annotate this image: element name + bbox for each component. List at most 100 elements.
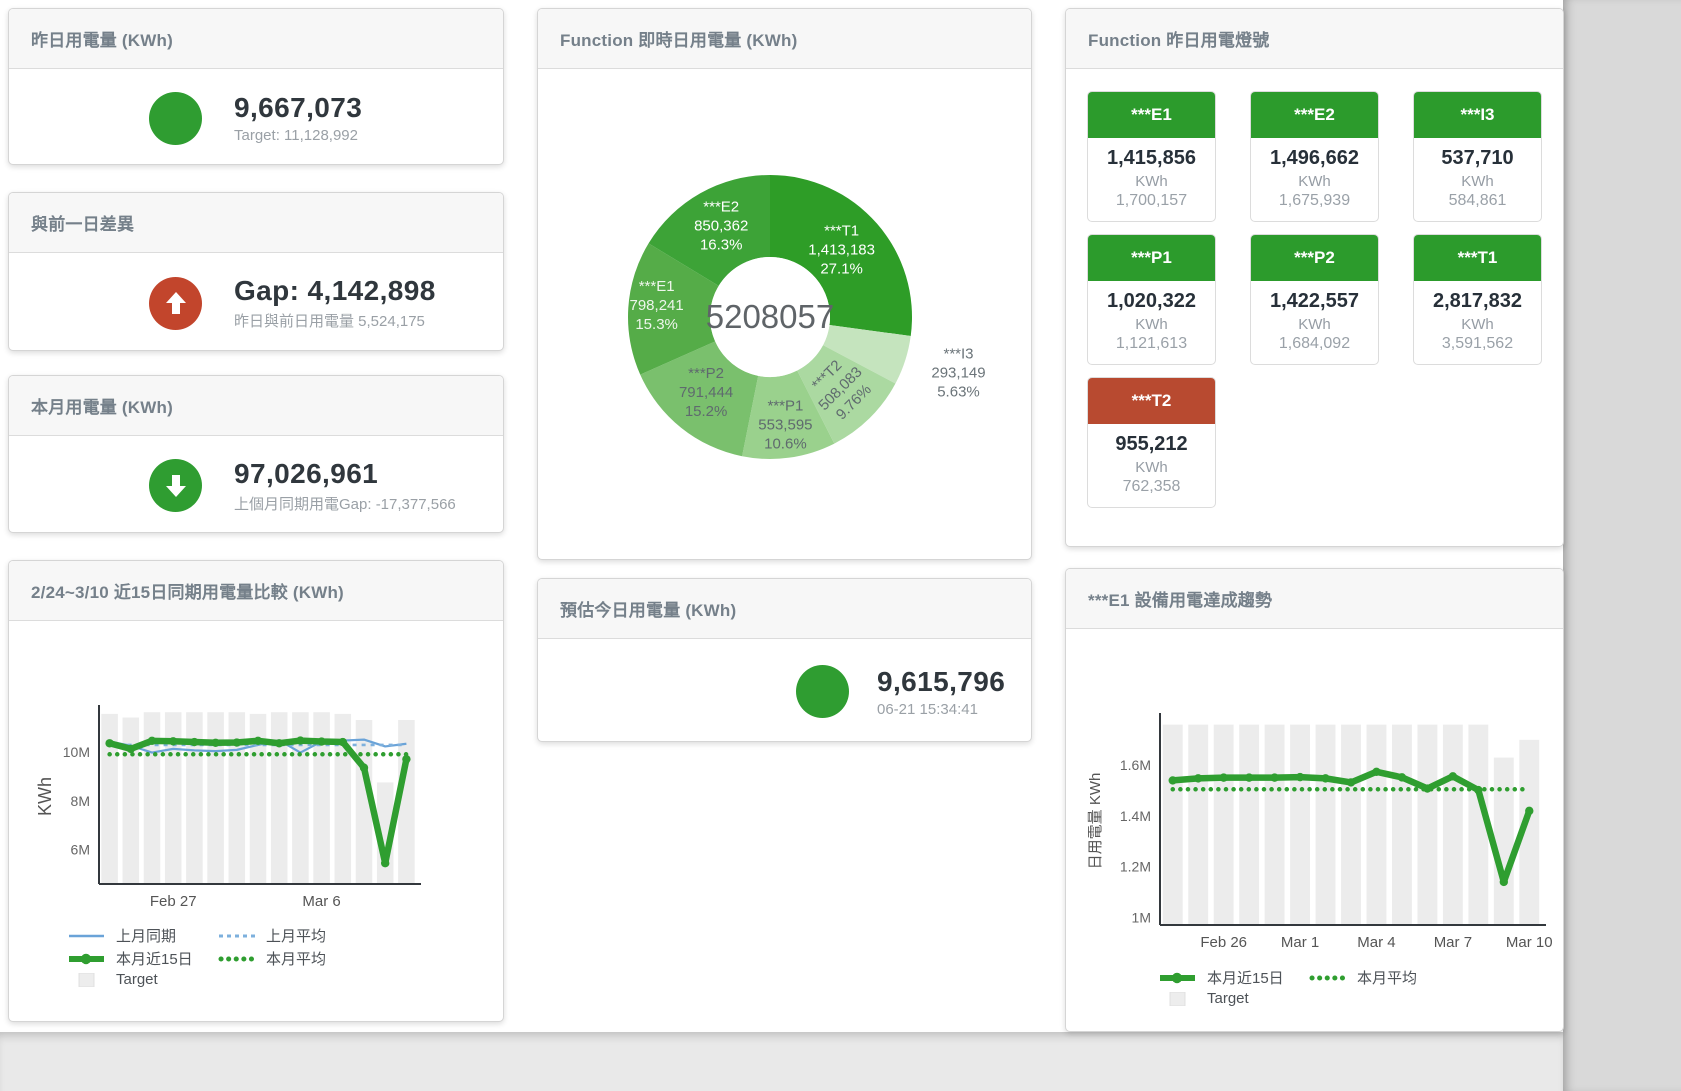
card-yesterday-usage: 昨日用電量 (KWh) 9,667,073 Target: 11,128,992 (8, 8, 504, 165)
donut-chart-title: Function 即時日用電量 (KWh) (538, 9, 1031, 69)
card-yesterday-body: 9,667,073 Target: 11,128,992 (9, 69, 503, 165)
gap-subtext: 昨日與前日用電量 5,524,175 (234, 310, 436, 331)
svg-text:1.2M: 1.2M (1120, 859, 1151, 875)
legend-swatch-dash (217, 929, 257, 943)
card-e1-trend-chart: ***E1 設備用電達成趨勢 1M1.2M1.4M1.6M日用電量 KWhFeb… (1065, 568, 1564, 1032)
status-circle-icon (149, 92, 202, 145)
trend-chart-title: ***E1 設備用電達成趨勢 (1066, 569, 1563, 629)
legend-row: 上月同期 上月平均 (67, 925, 367, 946)
estimate-body: 9,615,796 06-21 15:34:41 (538, 639, 1031, 742)
arrow-up-circle-icon (149, 277, 202, 330)
light-card-I3: ***I3537,710KWh584,861 (1413, 91, 1542, 222)
svg-text:KWh: KWh (35, 777, 55, 816)
svg-text:日用電量 KWh: 日用電量 KWh (1087, 773, 1104, 870)
light-header: ***T1 (1414, 235, 1541, 281)
svg-text:Feb 27: Feb 27 (150, 893, 197, 910)
arrow-down-circle-icon (149, 459, 202, 512)
legend-item[interactable]: 本月近15日 (1158, 967, 1308, 988)
light-target: 762,358 (1088, 478, 1215, 496)
legend-swatch-thick (67, 952, 107, 966)
svg-text:Mar 1: Mar 1 (1281, 934, 1319, 951)
legend-item[interactable]: 本月近15日 (67, 948, 217, 969)
page-bottom-strip (0, 1032, 1563, 1091)
legend-item[interactable]: 上月同期 (67, 925, 217, 946)
light-unit: KWh (1088, 316, 1215, 333)
card-month-body: 97,026,961 上個月同期用電Gap: -17,377,566 (9, 436, 503, 533)
estimate-title: 預估今日用電量 (KWh) (538, 579, 1031, 639)
light-card-T2: ***T2 955,212 KWh 762,358 (1087, 377, 1216, 508)
realtime-usage-donut-chart: ***T11,413,18327.1%***I3293,1495.63%***T… (538, 66, 1031, 556)
legend-swatch-dots (1308, 971, 1348, 985)
legend-item[interactable]: 本月平均 (217, 948, 367, 969)
svg-text:8M: 8M (71, 793, 90, 809)
light-value: 2,817,832 (1414, 290, 1541, 313)
card-gap-body: Gap: 4,142,898 昨日與前日用電量 5,524,175 (9, 253, 503, 351)
card-yesterday-title: 昨日用電量 (KWh) (9, 9, 503, 69)
month-subtext: 上個月同期用電Gap: -17,377,566 (234, 493, 456, 514)
card-today-estimate: 預估今日用電量 (KWh) 9,615,796 06-21 15:34:41 (537, 578, 1032, 742)
light-unit: KWh (1088, 459, 1215, 476)
page-right-gutter (1563, 0, 1681, 1091)
legend-label: 本月近15日 (116, 948, 193, 969)
donut-label-I3: ***I3293,1495.63% (931, 346, 985, 401)
svg-text:Mar 6: Mar 6 (302, 893, 340, 910)
light-target: 1,121,613 (1088, 335, 1215, 353)
legend-item[interactable]: 上月平均 (217, 925, 367, 946)
compare-chart-title: 2/24~3/10 近15日同期用電量比較 (KWh) (9, 561, 503, 621)
legend-label: 本月近15日 (1207, 967, 1284, 988)
estimate-value: 9,615,796 (877, 666, 1005, 698)
card-day-gap: 與前一日差異 Gap: 4,142,898 昨日與前日用電量 5,524,175 (8, 192, 504, 351)
light-unit: KWh (1414, 316, 1541, 333)
legend-label: 上月同期 (116, 925, 176, 946)
light-value: 955,212 (1088, 433, 1215, 456)
light-card-E2: ***E2 1,496,662 KWh 1,675,939 (1250, 91, 1379, 222)
light-unit: KWh (1251, 316, 1378, 333)
light-unit: KWh (1088, 173, 1215, 190)
light-value: 537,710 (1414, 147, 1541, 170)
card-month-title: 本月用電量 (KWh) (9, 376, 503, 436)
light-card-E1: ***E11,415,856KWh1,700,157 (1087, 91, 1216, 222)
legend-label: 本月平均 (1357, 967, 1417, 988)
light-card-P2: ***P21,422,557KWh1,684,092 (1250, 234, 1379, 365)
svg-text:1.4M: 1.4M (1120, 808, 1151, 824)
month-value: 97,026,961 (234, 458, 456, 490)
light-header: ***E1 (1088, 92, 1215, 138)
card-month-usage: 本月用電量 (KWh) 97,026,961 上個月同期用電Gap: -17,3… (8, 375, 504, 533)
card-gap-title: 與前一日差異 (9, 193, 503, 253)
donut-center-total: 5208057 (706, 298, 834, 335)
light-card-T1: ***T12,817,832KWh3,591,562 (1413, 234, 1542, 365)
legend-swatch-line (67, 929, 107, 943)
legend-swatch-thick (1158, 971, 1198, 985)
arrow-down-icon (163, 473, 189, 499)
gap-value: Gap: 4,142,898 (234, 275, 436, 307)
light-header: ***T2 (1088, 378, 1215, 424)
svg-text:Feb 26: Feb 26 (1200, 934, 1247, 951)
lights-title: Function 昨日用電燈號 (1066, 9, 1563, 69)
svg-text:1.6M: 1.6M (1120, 757, 1151, 773)
svg-text:Mar 4: Mar 4 (1357, 934, 1395, 951)
light-target: 1,700,157 (1088, 192, 1215, 210)
legend-row: Target (67, 971, 367, 988)
light-target: 1,684,092 (1251, 335, 1378, 353)
legend-item[interactable]: Target (67, 971, 217, 988)
light-value: 1,496,662 (1251, 147, 1378, 170)
svg-text:6M: 6M (71, 842, 90, 858)
legend-item[interactable]: Target (1158, 990, 1308, 1007)
light-header: ***E2 (1251, 92, 1378, 138)
legend-label: 本月平均 (266, 948, 326, 969)
light-card-P1: ***P1 1,020,322 KWh 1,121,613 (1087, 234, 1216, 365)
light-value: 1,020,322 (1088, 290, 1215, 313)
compare-chart-legend: 上月同期 上月平均本月近15日 本月平均 Target (67, 923, 367, 990)
legend-row: 本月近15日 本月平均 (1158, 967, 1458, 988)
light-target: 1,675,939 (1251, 192, 1378, 210)
legend-item[interactable]: 本月平均 (1308, 967, 1458, 988)
compare-line-chart: 6M8M10MKWhFeb 27Mar 6 (27, 701, 447, 916)
lights-grid: ***E11,415,856KWh1,700,157***E21,496,662… (1087, 91, 1542, 508)
yesterday-value: 9,667,073 (234, 92, 362, 124)
estimate-timestamp: 06-21 15:34:41 (877, 701, 1005, 718)
status-circle-icon (796, 665, 849, 718)
light-header: ***P1 (1088, 235, 1215, 281)
arrow-up-icon (163, 290, 189, 316)
light-value: 1,422,557 (1251, 290, 1378, 313)
light-unit: KWh (1251, 173, 1378, 190)
